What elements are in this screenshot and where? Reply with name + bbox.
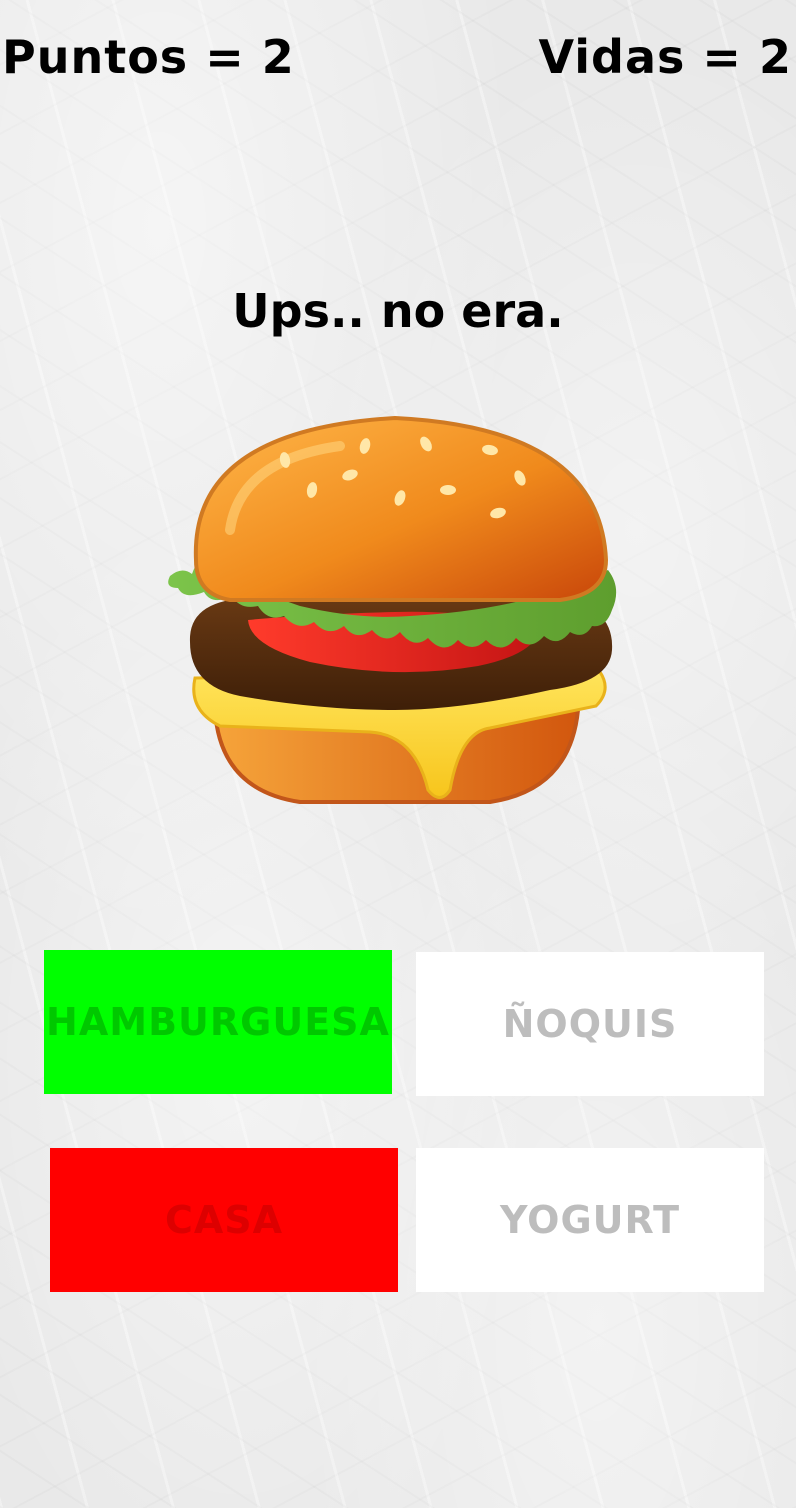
answer-button-yogurt[interactable]: YOGURT <box>416 1148 764 1292</box>
answer-button-casa[interactable]: CASA <box>50 1148 398 1292</box>
answer-button-hamburguesa[interactable]: HAMBURGUESA <box>44 950 392 1094</box>
score-label: Puntos = 2 <box>2 30 295 84</box>
hamburger-emoji-icon <box>168 415 617 804</box>
answer-label: ÑOQUIS <box>502 1002 678 1046</box>
answer-label: YOGURT <box>500 1198 680 1242</box>
answer-button-noquis[interactable]: ÑOQUIS <box>416 952 764 1096</box>
answer-label: HAMBURGUESA <box>46 1000 390 1044</box>
answer-label: CASA <box>164 1198 284 1242</box>
lives-label: Vidas = 2 <box>538 30 792 84</box>
feedback-message: Ups.. no era. <box>232 284 564 338</box>
